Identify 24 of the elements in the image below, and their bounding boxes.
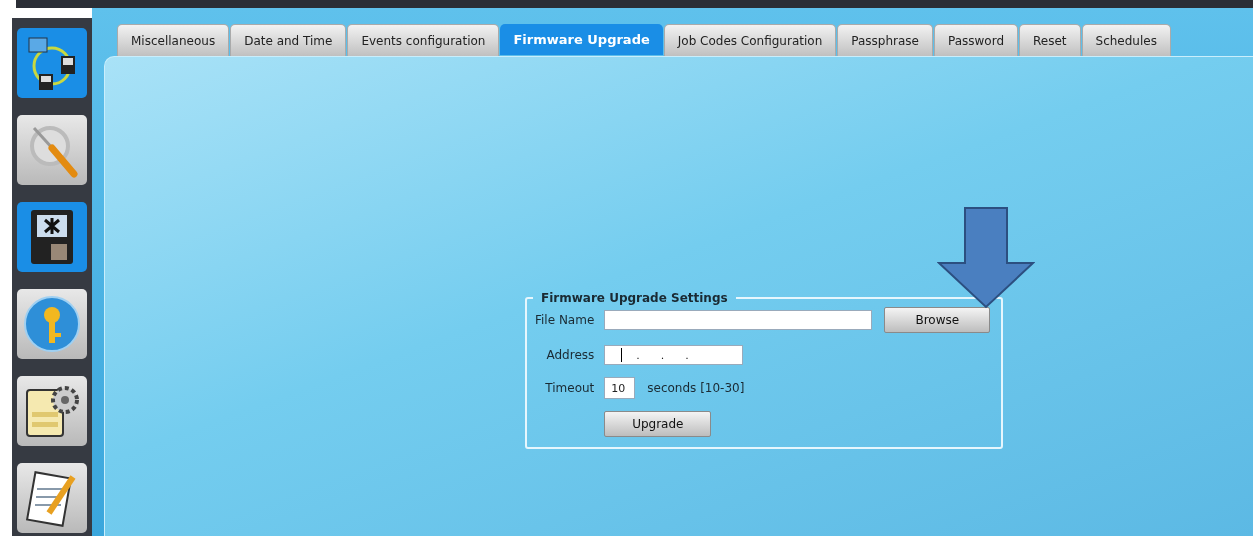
browse-button[interactable]: Browse (884, 307, 991, 333)
field-label: Address (545, 348, 595, 362)
file-name-field[interactable] (604, 310, 873, 330)
sidebar-button[interactable] (17, 28, 87, 98)
sidebar-button[interactable] (17, 463, 87, 533)
field-label: Timeout (544, 381, 595, 395)
tab[interactable]: Date and Time (230, 24, 347, 56)
tab[interactable]: Schedules (1081, 24, 1171, 56)
key-icon (23, 295, 81, 353)
hint-text: seconds [10-30] (647, 381, 745, 395)
group-title: Firmware Upgrade Settings (540, 291, 729, 305)
tab[interactable]: Job Codes Configuration (663, 24, 837, 56)
tab[interactable]: Password (933, 24, 1018, 56)
address-field[interactable]: . . . (604, 345, 744, 365)
tab[interactable]: Events configuration (347, 24, 500, 56)
upgrade-button[interactable]: Upgrade (604, 411, 712, 437)
sidebar-button[interactable] (17, 376, 87, 446)
tab[interactable]: Passphrase (837, 24, 933, 56)
tab[interactable]: Miscellaneous (117, 24, 230, 56)
tab[interactable]: Reset (1019, 24, 1081, 56)
sidebar-button[interactable] (17, 202, 87, 272)
timeout-field[interactable]: 10 (604, 377, 636, 399)
field-label: File Name (535, 313, 595, 327)
terminal-icon (29, 208, 75, 266)
